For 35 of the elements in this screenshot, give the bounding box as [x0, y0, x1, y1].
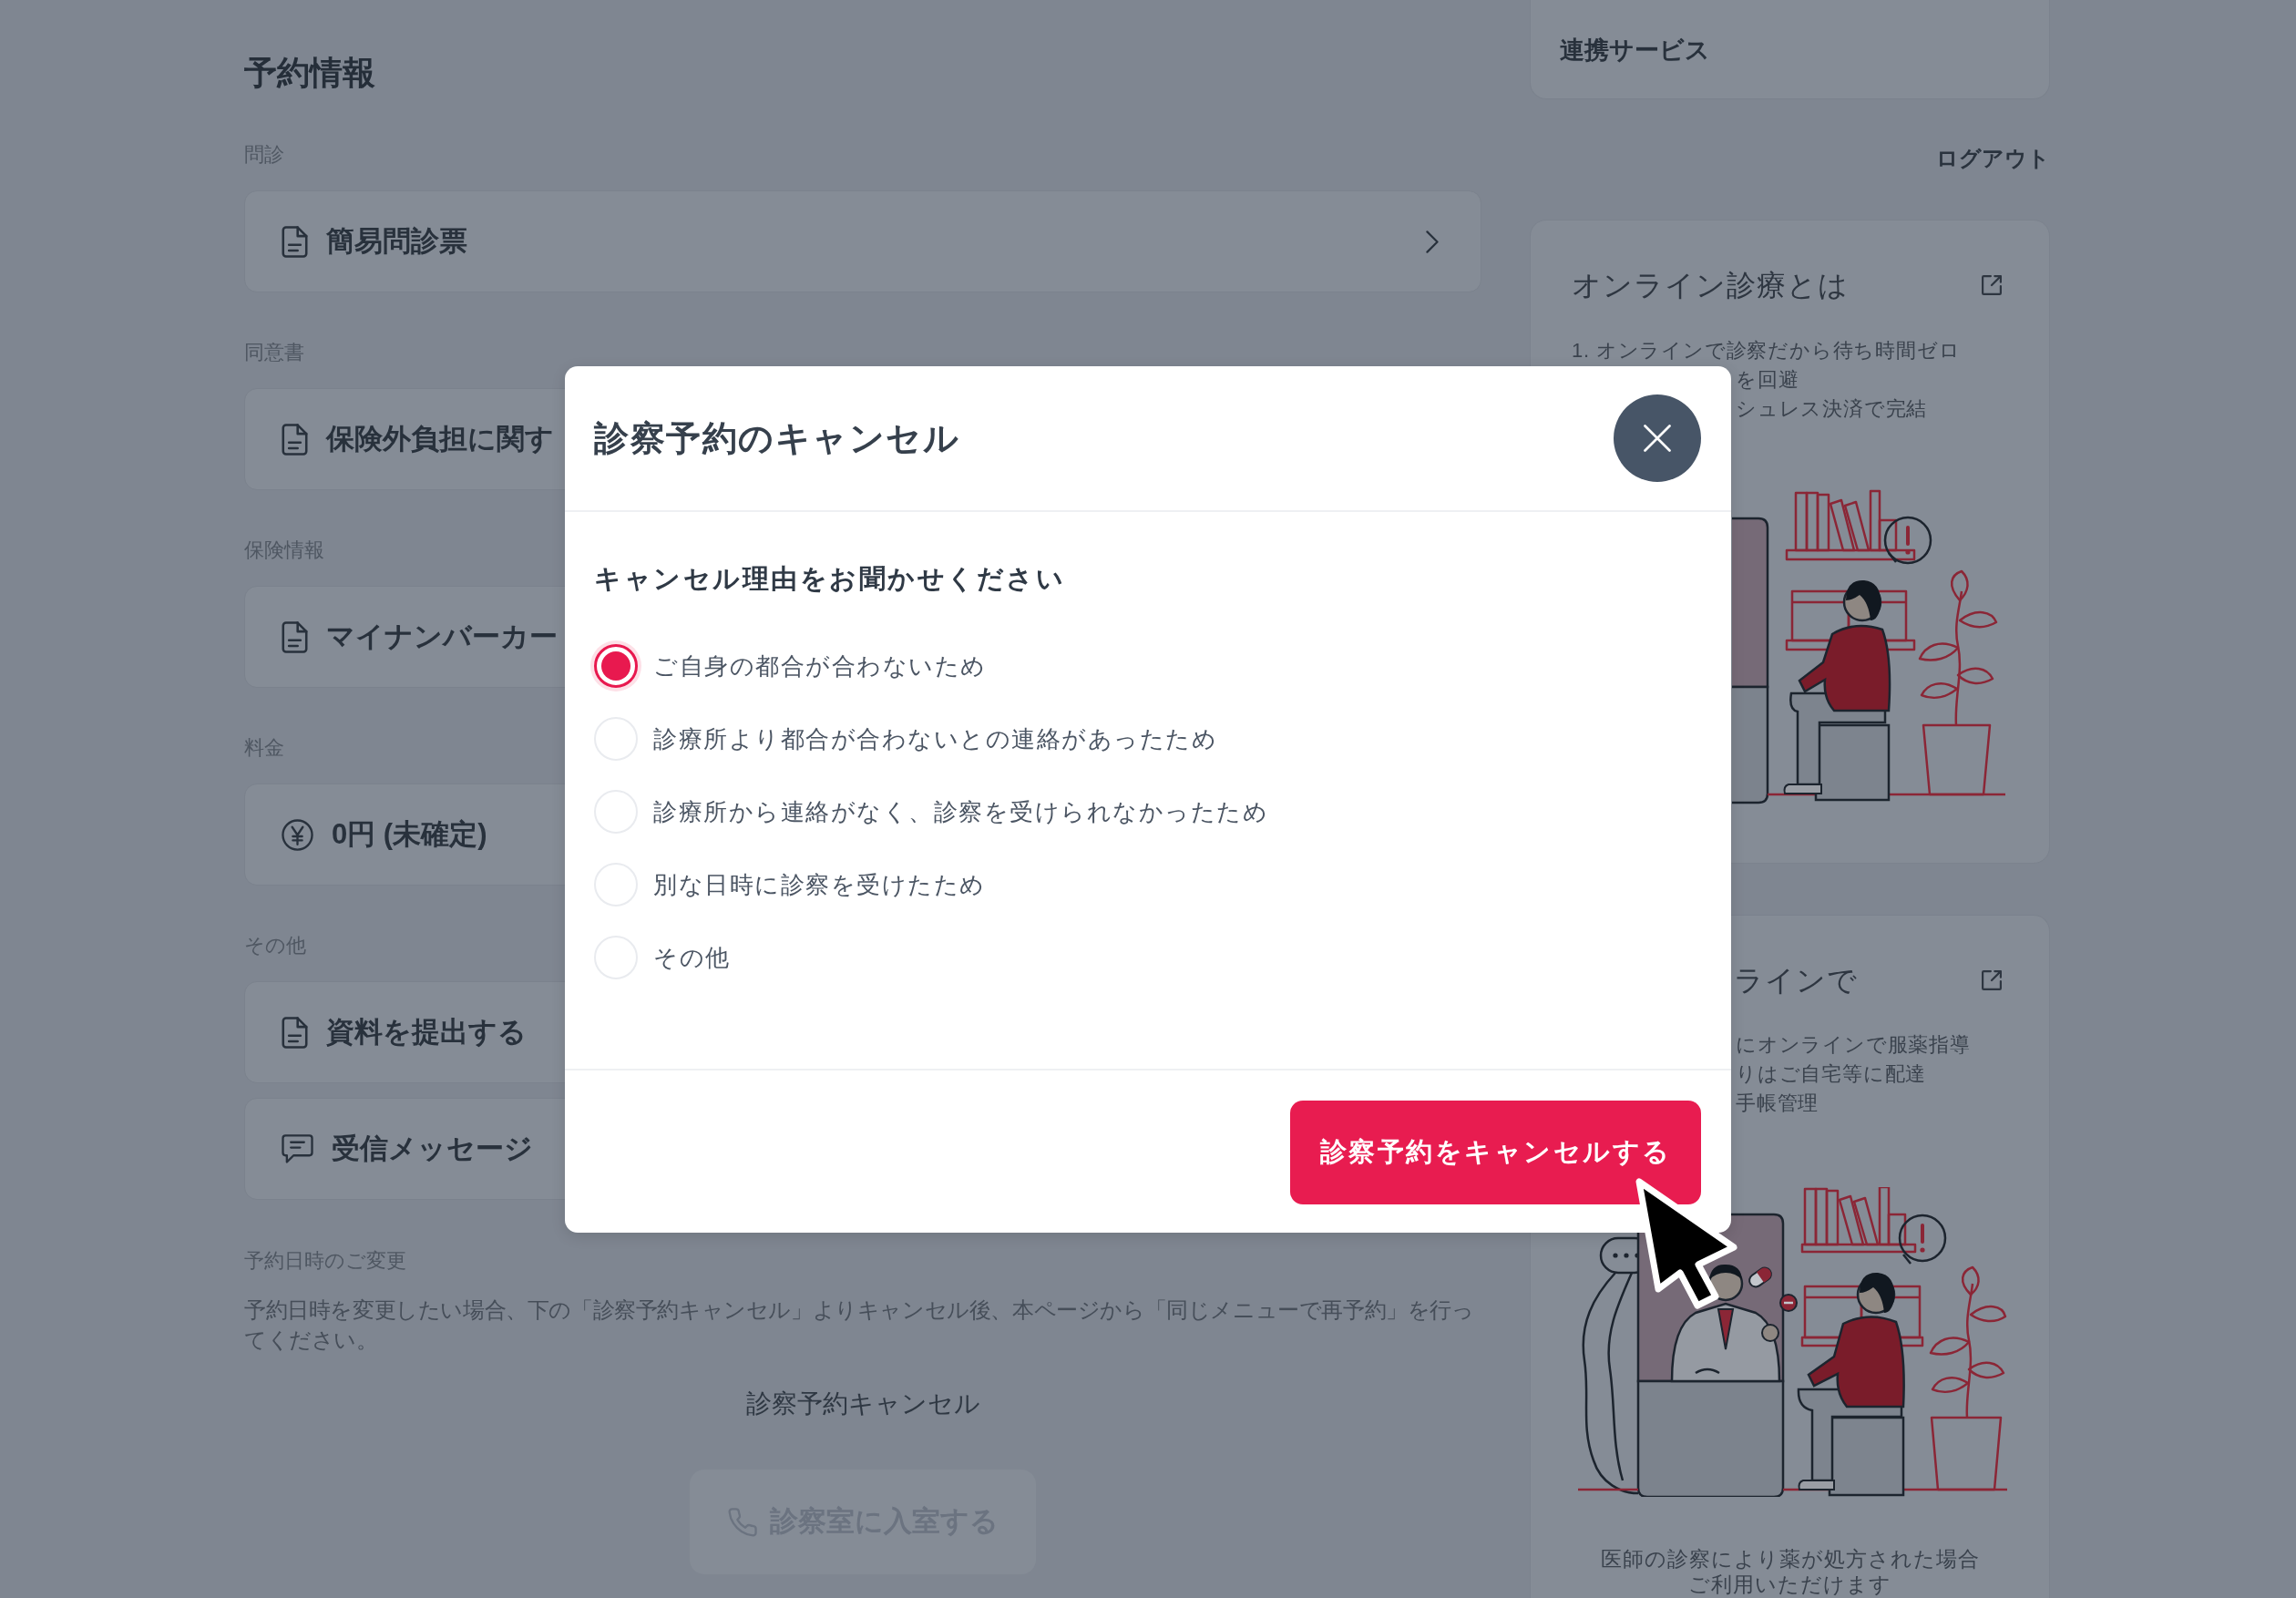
radio-button[interactable]: [594, 644, 638, 688]
info-card-note: 医師の診察により薬が処方された場合 ご利用いただけます: [1600, 1546, 1980, 1597]
info-text: 1. オンラインで診察だから待ち時間ゼロ: [1572, 338, 1961, 364]
info-text: シュレス決済で完結: [1736, 396, 1928, 422]
list-item-button[interactable]: 簡易問診票: [244, 190, 1481, 292]
info-text: を回避: [1736, 367, 1799, 393]
external-link-icon[interactable]: [1982, 970, 2002, 990]
document-icon: [282, 620, 308, 653]
info-card-title: ラインで: [1734, 963, 1858, 999]
cancel-reservation-link[interactable]: 診察予約キャンセル: [745, 1386, 980, 1422]
cancel-reason-option[interactable]: その他: [594, 936, 731, 979]
linked-services-button[interactable]: 連携サービス: [1530, 0, 2050, 99]
confirm-cancel-button[interactable]: 診察予約をキャンセルする: [1290, 1101, 1701, 1204]
document-icon: [282, 225, 308, 258]
dialog-title: 診察予約のキャンセル: [594, 418, 959, 459]
info-text: 手帳管理: [1736, 1091, 1819, 1116]
section-heading: 予約情報: [244, 53, 375, 93]
yen-icon: [282, 818, 313, 851]
external-link-icon[interactable]: [1982, 275, 2002, 295]
document-icon: [282, 1016, 308, 1049]
info-card-title: オンライン診療とは: [1572, 268, 1849, 303]
document-icon: [282, 423, 308, 456]
cancel-reason-option[interactable]: ご自身の都合が合わないため: [594, 644, 987, 688]
info-text: にオンラインで服薬指導: [1736, 1032, 1971, 1058]
cancel-reason-option[interactable]: 別な日時に診察を受けたため: [594, 863, 986, 907]
message-icon: [282, 1134, 313, 1163]
date-change-note: 予約日時を変更したい場合、下の「診察予約キャンセル」よりキャンセル後、本ページから「同じメニューで再予約」を行ってください。: [244, 1296, 1475, 1354]
dialog-question: キャンセル理由をお聞かせください: [594, 563, 1065, 595]
cancel-reason-option[interactable]: 診療所より都合が合わないとの連絡があったため: [594, 717, 1217, 761]
logout-link[interactable]: ログアウト: [1936, 144, 2050, 173]
chevron-right-icon: [1426, 230, 1439, 253]
close-icon: [1644, 425, 1671, 452]
cancel-reason-option[interactable]: 診療所から連絡がなく、診察を受けられなかったため: [594, 790, 1268, 834]
info-text: りはご自宅等に配達: [1736, 1061, 1927, 1087]
phone-icon: [727, 1507, 757, 1537]
